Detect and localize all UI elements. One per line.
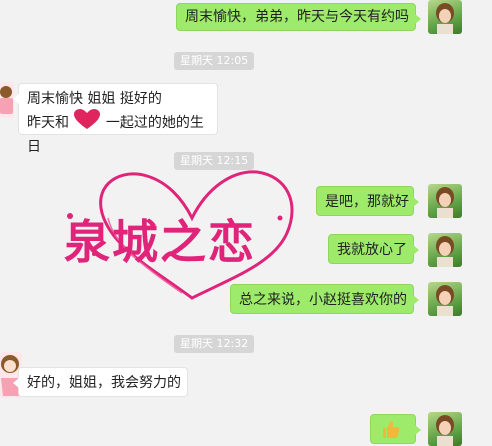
message-bubble-self[interactable] [370,414,421,444]
message-bubble-self[interactable]: 周末愉快，弟弟，昨天与今天有约吗 [176,3,421,31]
message-text-line: 昨天和 一起过的她的生日 [27,109,209,157]
timestamp: 星期天 12:32 [174,335,255,353]
thumbs-up-icon [381,419,401,444]
message-text: 我就放心了 [337,242,407,258]
timestamp-text: 星期天 12:05 [180,54,249,67]
timestamp: 星期天 12:05 [174,52,255,70]
message-bubble-self[interactable]: 是吧，那就好 [316,186,419,216]
avatar-self[interactable] [428,412,462,446]
avatar-self[interactable] [428,184,462,218]
woman-portrait-icon [436,415,454,446]
avatar-self[interactable] [428,0,462,34]
message-bubble-self[interactable]: 我就放心了 [328,234,419,264]
woman-portrait-icon [436,187,454,218]
message-bubble-other[interactable]: 好的，姐姐，我会努力的 [13,367,188,397]
avatar-self[interactable] [428,282,462,316]
avatar-other[interactable] [0,82,14,118]
woman-portrait-icon [436,236,454,267]
message-text-line: 周末愉快 姐姐 挺好的 [27,91,162,107]
message-bubble-self[interactable]: 总之来说，小赵挺喜欢你的 [230,284,419,314]
message-text: 是吧，那就好 [325,194,409,210]
heart-emoji-icon [73,109,101,137]
timestamp-text: 星期天 12:32 [180,337,249,350]
message-text-part: 昨天和 [27,115,69,131]
logo-text: 泉城之恋 [64,215,256,269]
cartoon-girl-icon [0,86,13,114]
chat-window: 周末愉快，弟弟，昨天与今天有约吗 星期天 12:05 周末愉快 姐姐 挺好的 昨… [0,0,492,446]
woman-portrait-icon [436,3,454,34]
avatar-self[interactable] [428,233,462,267]
woman-portrait-icon [436,285,454,316]
message-text: 好的，姐姐，我会努力的 [27,375,181,391]
message-text: 总之来说，小赵挺喜欢你的 [239,292,407,308]
message-text: 周末愉快，弟弟，昨天与今天有约吗 [185,9,409,25]
message-bubble-other[interactable]: 周末愉快 姐姐 挺好的 昨天和 一起过的她的生日 [13,83,218,155]
